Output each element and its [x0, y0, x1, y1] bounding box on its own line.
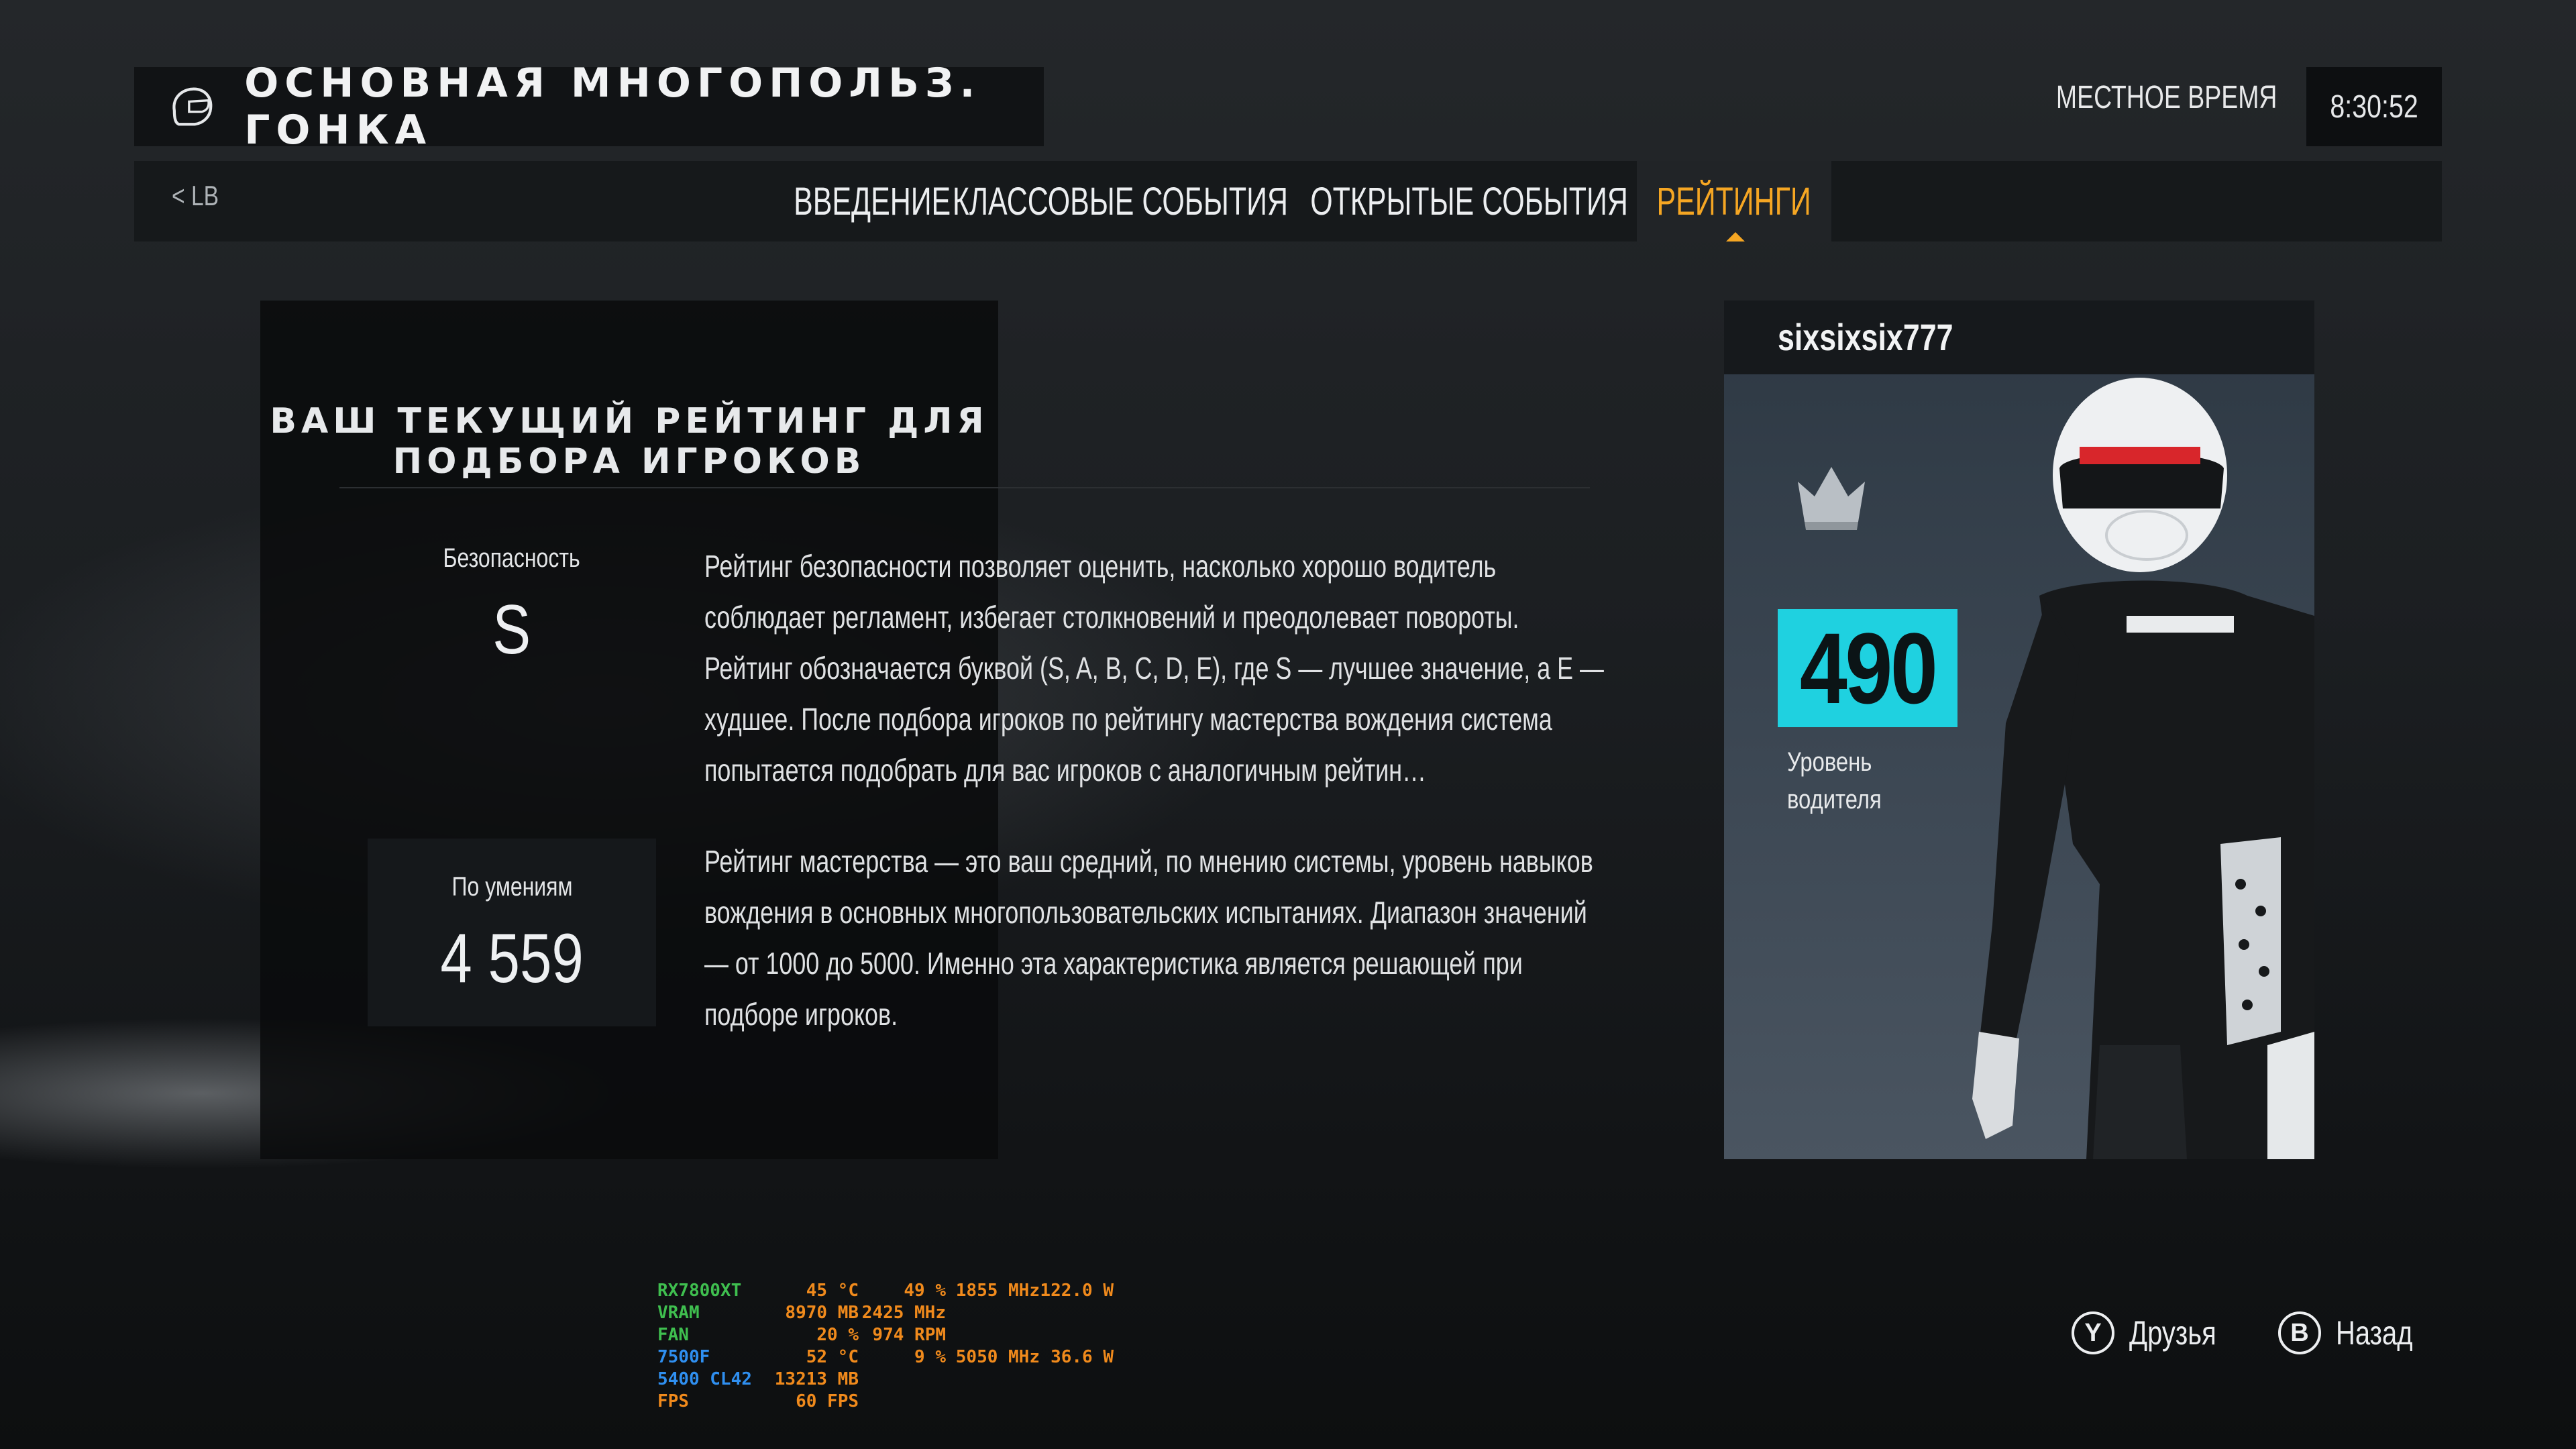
hw-value	[1040, 1302, 1114, 1324]
safety-label: Безопасность	[443, 543, 581, 573]
tab-intro-label: ВВЕДЕНИЕ	[793, 179, 951, 223]
hw-value: 52 °C	[806, 1347, 859, 1367]
skill-description: Рейтинг мастерства — это ваш средний, по…	[704, 844, 1593, 1032]
hw-key: FPS	[657, 1391, 689, 1411]
helmet-icon	[172, 87, 213, 126]
tab-class-events[interactable]: КЛАССОВЫЕ СОБЫТИЯ	[946, 161, 1295, 241]
hw-value	[946, 1368, 1040, 1391]
hw-row: 5400 CL42 13213 MB	[657, 1368, 1114, 1391]
hw-row: RX7800XT 45 °C 49 % 1855 MHz 122.0 W	[657, 1280, 1114, 1302]
back-label: Назад	[2336, 1314, 2413, 1352]
tab-ratings-label: РЕЙТИНГИ	[1656, 179, 1812, 223]
hw-value	[946, 1391, 1040, 1413]
clock-value: 8:30:52	[2330, 89, 2418, 125]
hw-value: 1855 MHz	[955, 1281, 1040, 1301]
hw-value: 13213 MB	[774, 1369, 859, 1389]
skill-label: По умениям	[451, 872, 572, 902]
hw-value: 49 %	[904, 1281, 946, 1301]
hw-row: FAN 20 % 974 RPM	[657, 1324, 1114, 1346]
driver-card: sixsixsix777 490 Уровень водителя	[1724, 301, 2314, 1159]
safety-rating-box: Безопасность S	[368, 510, 656, 698]
skill-rating-box: По умениям 4 559	[368, 839, 656, 1026]
driver-figure	[1972, 378, 2314, 1159]
heading-divider	[339, 487, 1590, 488]
hw-value: 2425 MHz	[861, 1303, 946, 1323]
hw-key: 5400 CL42	[657, 1369, 752, 1389]
active-tab-indicator	[1726, 232, 1745, 241]
hw-value: 20 %	[816, 1325, 859, 1345]
tab-ratings[interactable]: РЕЙТИНГИ	[1637, 161, 1831, 241]
hw-value: 8970 MB	[785, 1303, 859, 1323]
hw-row: VRAM 8970 MB 2425 MHz	[657, 1302, 1114, 1324]
crown-icon	[1798, 467, 1865, 530]
hw-value	[946, 1302, 1040, 1324]
tab-open-events[interactable]: ОТКРЫТЫЕ СОБЫТИЯ	[1301, 161, 1637, 241]
hw-value: 60 FPS	[796, 1391, 859, 1411]
hw-value	[859, 1391, 946, 1413]
driver-level-label: Уровень водителя	[1787, 747, 1882, 814]
y-button-icon: Y	[2072, 1311, 2114, 1354]
driver-level-value: 490	[1799, 611, 1938, 724]
hw-value: 5050 MHz	[955, 1347, 1040, 1367]
clock: 8:30:52	[2306, 67, 2442, 146]
lb-bumper-button[interactable]: < LB	[172, 180, 219, 212]
hw-value	[859, 1368, 946, 1391]
local-time-label: МЕСТНОЕ ВРЕМЯ	[2055, 80, 2277, 115]
driver-name: sixsixsix777	[1778, 316, 1953, 358]
hardware-monitor-overlay: RX7800XT 45 °C 49 % 1855 MHz 122.0 W VRAM 8970…	[657, 1280, 1114, 1413]
friends-button[interactable]: Y Друзья	[2072, 1311, 2238, 1354]
hw-value: 36.6 W	[1051, 1347, 1114, 1367]
hw-value	[946, 1324, 1040, 1346]
rating-heading: ВАШ ТЕКУЩИЙ РЕЙТИНГ ДЛЯ ПОДБОРА ИГРОКОВ	[270, 401, 989, 482]
hw-value	[1040, 1368, 1114, 1391]
driver-card-header: sixsixsix777	[1724, 301, 2314, 374]
hw-value	[1040, 1324, 1114, 1346]
friends-label: Друзья	[2129, 1314, 2216, 1352]
mode-title-bar: ОСНОВНАЯ МНОГОПОЛЬЗ. ГОНКА	[134, 60, 1044, 154]
tab-class-events-label: КЛАССОВЫЕ СОБЫТИЯ	[952, 179, 1289, 223]
back-button[interactable]: B Назад	[2278, 1311, 2432, 1354]
tab-open-events-label: ОТКРЫТЫЕ СОБЫТИЯ	[1310, 179, 1628, 223]
tab-bar: < LB ВВЕДЕНИЕ КЛАССОВЫЕ СОБЫТИЯ ОТКРЫТЫЕ…	[134, 161, 2442, 241]
hw-row: FPS 60 FPS	[657, 1391, 1114, 1413]
safety-description: Рейтинг безопасности позволяет оценить, …	[704, 549, 1604, 788]
hw-key: RX7800XT	[657, 1281, 742, 1301]
skill-value: 4 559	[440, 920, 584, 998]
hw-value: 9 %	[914, 1347, 946, 1367]
hw-value	[1040, 1391, 1114, 1413]
page-title: ОСНОВНАЯ МНОГОПОЛЬЗ. ГОНКА	[244, 60, 981, 154]
hw-row: 7500F 52 °C 9 % 5050 MHz 36.6 W	[657, 1346, 1114, 1368]
hw-value: 122.0 W	[1040, 1281, 1114, 1301]
hw-key: VRAM	[657, 1303, 700, 1323]
b-button-icon: B	[2278, 1311, 2321, 1354]
hw-key: FAN	[657, 1325, 689, 1345]
hw-value: 45 °C	[806, 1281, 859, 1301]
hw-key: 7500F	[657, 1347, 710, 1367]
safety-value: S	[492, 591, 531, 669]
driver-level-badge: 490	[1778, 609, 1957, 727]
hw-value: 974 RPM	[872, 1325, 946, 1345]
